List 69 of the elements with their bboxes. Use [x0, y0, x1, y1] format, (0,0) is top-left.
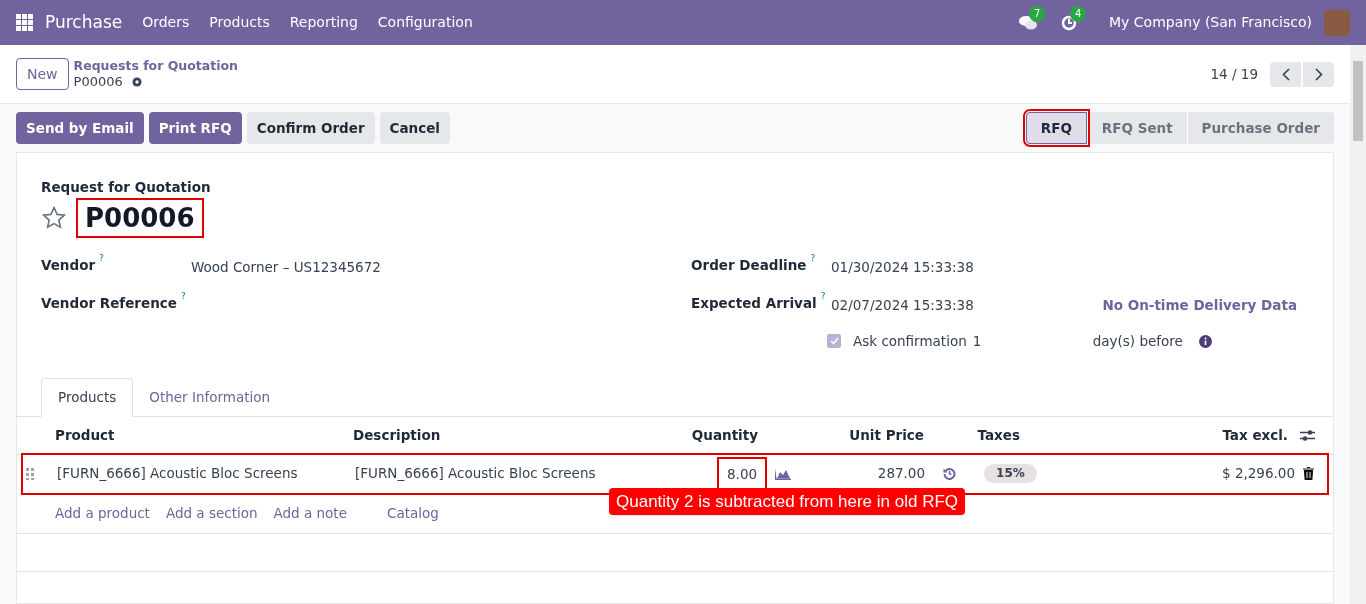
- table-cell-text: $ 2,296.00: [1221, 464, 1295, 484]
- column-header[interactable]: Quantity: [653, 424, 758, 446]
- column-header[interactable]: Product: [55, 424, 353, 446]
- new-button[interactable]: New: [16, 58, 69, 90]
- column-header[interactable]: Description: [353, 424, 653, 446]
- vendor-value[interactable]: Wood Corner – US12345672: [191, 257, 381, 278]
- help-mark[interactable]: ?: [820, 290, 826, 304]
- stage-step[interactable]: Purchase Order: [1186, 112, 1334, 144]
- delivery-data-link[interactable]: No On-time Delivery Data: [1102, 295, 1297, 316]
- star-icon[interactable]: [41, 205, 67, 232]
- history-icon[interactable]: [943, 467, 957, 480]
- message-count-badge: 7: [1029, 5, 1046, 22]
- info-icon[interactable]: [1198, 334, 1212, 348]
- checkbox-label: Ask confirmation: [853, 332, 967, 352]
- chevron-right-icon: [1314, 67, 1323, 81]
- app-name[interactable]: Purchase: [45, 9, 123, 36]
- date-value[interactable]: 01/30/2024 15:33:38: [831, 257, 974, 278]
- record-name: P00006: [73, 74, 123, 90]
- menu-item[interactable]: Configuration: [377, 12, 473, 33]
- table-cell-text: [FURN_6666] Acoustic Bloc Screens: [57, 464, 299, 484]
- form-tab[interactable]: Other Information: [133, 377, 287, 417]
- apps-grid-icon[interactable]: [16, 14, 33, 31]
- days-suffix: day(s) before: [1092, 332, 1183, 352]
- stage-step[interactable]: RFQ Sent: [1086, 112, 1187, 144]
- form-tab[interactable]: Products: [41, 377, 134, 417]
- sliders-icon[interactable]: [1300, 428, 1315, 442]
- checkbox[interactable]: [827, 334, 841, 349]
- previous-button[interactable]: [1270, 61, 1301, 87]
- annotation-callout: Quantity 2 is subtracted from here in old RFQ: [609, 487, 966, 515]
- chevron-left-icon: [1281, 67, 1290, 81]
- action-button[interactable]: Send by Email: [16, 112, 144, 144]
- record-title: P00006: [79, 201, 201, 236]
- column-header[interactable]: Taxes: [924, 424, 1020, 446]
- column-header[interactable]: Unit Price: [758, 424, 924, 446]
- activity-count-badge: 4: [1070, 5, 1087, 22]
- form-subtitle: Request for Quotation: [41, 178, 212, 197]
- tax-tag: 15%: [984, 464, 1037, 483]
- next-button[interactable]: [1303, 61, 1334, 87]
- quantity-cell: 8.00: [719, 458, 766, 489]
- table-cell-text: 287.00: [876, 464, 926, 484]
- field-label: Expected Arrival: [691, 294, 817, 314]
- add-line-link[interactable]: Add a section: [165, 502, 258, 524]
- menu-item[interactable]: Products: [209, 12, 270, 33]
- date-value[interactable]: 02/07/2024 15:33:38: [831, 295, 974, 316]
- help-mark[interactable]: ?: [99, 252, 104, 266]
- add-line-link[interactable]: Add a product: [55, 502, 150, 524]
- help-mark[interactable]: ?: [810, 252, 816, 266]
- menu-item[interactable]: Orders: [142, 12, 190, 33]
- scrollbar[interactable]: [1350, 45, 1366, 604]
- field-label: Order Deadline: [691, 256, 807, 276]
- add-line-link[interactable]: Catalog: [386, 502, 439, 524]
- field-label: Vendor: [41, 256, 96, 276]
- breadcrumb-link[interactable]: Requests for Quotation: [73, 58, 238, 74]
- add-line-link[interactable]: Add a note: [273, 502, 347, 524]
- stage-step[interactable]: RFQ: [1025, 112, 1087, 144]
- trash-icon[interactable]: [1303, 467, 1314, 480]
- action-button[interactable]: Print RFQ: [148, 112, 242, 144]
- action-button[interactable]: Confirm Order: [246, 112, 375, 144]
- action-button[interactable]: Cancel: [379, 112, 450, 144]
- menu-item[interactable]: Reporting: [289, 12, 358, 33]
- company-switcher[interactable]: My Company (San Francisco): [1109, 12, 1312, 33]
- field-label: Vendor Reference: [41, 294, 177, 314]
- table-cell-text: [FURN_6666] Acoustic Bloc Screens: [355, 464, 597, 484]
- gear-icon[interactable]: [130, 76, 143, 88]
- drag-handle-icon[interactable]: [26, 467, 34, 480]
- days-value[interactable]: 1: [972, 331, 1093, 352]
- column-header[interactable]: Tax excl.: [1020, 424, 1288, 446]
- pager-value: 14 / 19: [1210, 64, 1258, 84]
- help-mark[interactable]: ?: [180, 290, 186, 304]
